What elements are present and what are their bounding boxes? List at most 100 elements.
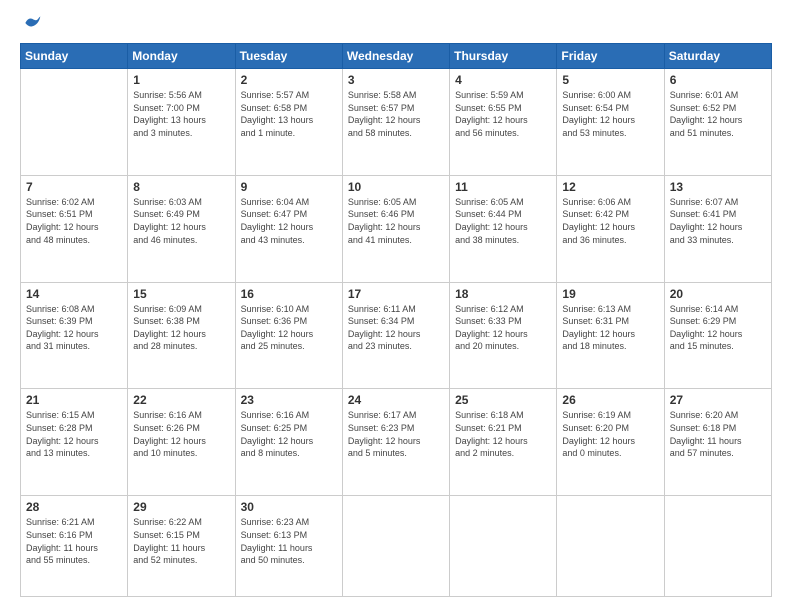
logo-icon	[22, 13, 42, 33]
day-info: Sunrise: 6:05 AM Sunset: 6:46 PM Dayligh…	[348, 196, 444, 246]
calendar-cell: 15 Sunrise: 6:09 AM Sunset: 6:38 PM Dayli…	[128, 282, 235, 389]
weekday-header: Thursday	[450, 44, 557, 69]
day-number: 1	[133, 73, 229, 87]
calendar-week-row: 7 Sunrise: 6:02 AM Sunset: 6:51 PM Daylig…	[21, 175, 772, 282]
calendar-cell: 17 Sunrise: 6:11 AM Sunset: 6:34 PM Dayli…	[342, 282, 449, 389]
day-number: 9	[241, 180, 337, 194]
day-number: 6	[670, 73, 766, 87]
day-info: Sunrise: 6:22 AM Sunset: 6:15 PM Dayligh…	[133, 516, 229, 566]
day-info: Sunrise: 6:17 AM Sunset: 6:23 PM Dayligh…	[348, 409, 444, 459]
calendar-cell	[557, 496, 664, 597]
calendar-cell: 8 Sunrise: 6:03 AM Sunset: 6:49 PM Daylig…	[128, 175, 235, 282]
day-info: Sunrise: 6:09 AM Sunset: 6:38 PM Dayligh…	[133, 303, 229, 353]
day-info: Sunrise: 6:19 AM Sunset: 6:20 PM Dayligh…	[562, 409, 658, 459]
day-number: 25	[455, 393, 551, 407]
calendar-cell	[664, 496, 771, 597]
day-number: 15	[133, 287, 229, 301]
calendar-cell: 20Sunrise: 6:14 AM Sunset: 6:29 PM Dayli…	[664, 282, 771, 389]
logo	[20, 15, 42, 33]
header	[20, 15, 772, 33]
calendar-cell: 13 Sunrise: 6:07 AM Sunset: 6:41 PM Dayli…	[664, 175, 771, 282]
day-info: Sunrise: 6:23 AM Sunset: 6:13 PM Dayligh…	[241, 516, 337, 566]
calendar-week-row: 28 Sunrise: 6:21 AM Sunset: 6:16 PM Dayli…	[21, 496, 772, 597]
calendar-cell: 7 Sunrise: 6:02 AM Sunset: 6:51 PM Daylig…	[21, 175, 128, 282]
calendar-cell: 14 Sunrise: 6:08 AM Sunset: 6:39 PM Dayli…	[21, 282, 128, 389]
day-number: 8	[133, 180, 229, 194]
day-number: 10	[348, 180, 444, 194]
calendar-cell	[450, 496, 557, 597]
day-number: 17	[348, 287, 444, 301]
day-info: Sunrise: 6:01 AM Sunset: 6:52 PM Dayligh…	[670, 89, 766, 139]
calendar-cell: 4Sunrise: 5:59 AM Sunset: 6:55 PM Daylig…	[450, 69, 557, 176]
calendar-week-row: 14 Sunrise: 6:08 AM Sunset: 6:39 PM Dayli…	[21, 282, 772, 389]
calendar-cell	[21, 69, 128, 176]
day-info: Sunrise: 6:07 AM Sunset: 6:41 PM Dayligh…	[670, 196, 766, 246]
day-info: Sunrise: 6:12 AM Sunset: 6:33 PM Dayligh…	[455, 303, 551, 353]
day-number: 28	[26, 500, 122, 514]
day-info: Sunrise: 6:03 AM Sunset: 6:49 PM Dayligh…	[133, 196, 229, 246]
day-info: Sunrise: 6:16 AM Sunset: 6:26 PM Dayligh…	[133, 409, 229, 459]
day-number: 3	[348, 73, 444, 87]
day-number: 21	[26, 393, 122, 407]
calendar-cell: 11Sunrise: 6:05 AM Sunset: 6:44 PM Dayli…	[450, 175, 557, 282]
day-info: Sunrise: 5:58 AM Sunset: 6:57 PM Dayligh…	[348, 89, 444, 139]
day-info: Sunrise: 5:57 AM Sunset: 6:58 PM Dayligh…	[241, 89, 337, 139]
calendar-cell: 24 Sunrise: 6:17 AM Sunset: 6:23 PM Dayli…	[342, 389, 449, 496]
day-number: 29	[133, 500, 229, 514]
calendar-cell: 3 Sunrise: 5:58 AM Sunset: 6:57 PM Daylig…	[342, 69, 449, 176]
calendar-cell: 6 Sunrise: 6:01 AM Sunset: 6:52 PM Daylig…	[664, 69, 771, 176]
calendar-cell: 27 Sunrise: 6:20 AM Sunset: 6:18 PM Dayli…	[664, 389, 771, 496]
day-info: Sunrise: 6:18 AM Sunset: 6:21 PM Dayligh…	[455, 409, 551, 459]
day-info: Sunrise: 6:02 AM Sunset: 6:51 PM Dayligh…	[26, 196, 122, 246]
weekday-header: Saturday	[664, 44, 771, 69]
weekday-header: Monday	[128, 44, 235, 69]
calendar-cell: 19Sunrise: 6:13 AM Sunset: 6:31 PM Dayli…	[557, 282, 664, 389]
day-info: Sunrise: 5:56 AM Sunset: 7:00 PM Dayligh…	[133, 89, 229, 139]
day-info: Sunrise: 6:16 AM Sunset: 6:25 PM Dayligh…	[241, 409, 337, 459]
day-info: Sunrise: 6:21 AM Sunset: 6:16 PM Dayligh…	[26, 516, 122, 566]
calendar-cell: 10 Sunrise: 6:05 AM Sunset: 6:46 PM Dayli…	[342, 175, 449, 282]
day-number: 18	[455, 287, 551, 301]
calendar-cell: 12 Sunrise: 6:06 AM Sunset: 6:42 PM Dayli…	[557, 175, 664, 282]
calendar-week-row: 21 Sunrise: 6:15 AM Sunset: 6:28 PM Dayli…	[21, 389, 772, 496]
day-number: 11	[455, 180, 551, 194]
day-number: 12	[562, 180, 658, 194]
day-info: Sunrise: 6:11 AM Sunset: 6:34 PM Dayligh…	[348, 303, 444, 353]
calendar-cell: 5Sunrise: 6:00 AM Sunset: 6:54 PM Daylig…	[557, 69, 664, 176]
day-info: Sunrise: 6:06 AM Sunset: 6:42 PM Dayligh…	[562, 196, 658, 246]
day-number: 2	[241, 73, 337, 87]
day-number: 27	[670, 393, 766, 407]
page: SundayMondayTuesdayWednesdayThursdayFrid…	[0, 0, 792, 612]
day-number: 24	[348, 393, 444, 407]
weekday-header: Friday	[557, 44, 664, 69]
calendar-cell: 2 Sunrise: 5:57 AM Sunset: 6:58 PM Daylig…	[235, 69, 342, 176]
day-info: Sunrise: 5:59 AM Sunset: 6:55 PM Dayligh…	[455, 89, 551, 139]
calendar-cell: 26Sunrise: 6:19 AM Sunset: 6:20 PM Dayli…	[557, 389, 664, 496]
day-info: Sunrise: 6:00 AM Sunset: 6:54 PM Dayligh…	[562, 89, 658, 139]
weekday-header: Sunday	[21, 44, 128, 69]
calendar-table: SundayMondayTuesdayWednesdayThursdayFrid…	[20, 43, 772, 597]
day-number: 20	[670, 287, 766, 301]
day-number: 19	[562, 287, 658, 301]
day-info: Sunrise: 6:08 AM Sunset: 6:39 PM Dayligh…	[26, 303, 122, 353]
calendar-cell: 16 Sunrise: 6:10 AM Sunset: 6:36 PM Dayli…	[235, 282, 342, 389]
day-info: Sunrise: 6:20 AM Sunset: 6:18 PM Dayligh…	[670, 409, 766, 459]
day-number: 14	[26, 287, 122, 301]
weekday-header: Tuesday	[235, 44, 342, 69]
calendar-cell: 25 Sunrise: 6:18 AM Sunset: 6:21 PM Dayli…	[450, 389, 557, 496]
calendar-cell: 21 Sunrise: 6:15 AM Sunset: 6:28 PM Dayli…	[21, 389, 128, 496]
day-number: 7	[26, 180, 122, 194]
day-number: 16	[241, 287, 337, 301]
calendar-header-row: SundayMondayTuesdayWednesdayThursdayFrid…	[21, 44, 772, 69]
calendar-cell: 22Sunrise: 6:16 AM Sunset: 6:26 PM Dayli…	[128, 389, 235, 496]
day-number: 13	[670, 180, 766, 194]
calendar-cell	[342, 496, 449, 597]
calendar-week-row: 1 Sunrise: 5:56 AM Sunset: 7:00 PM Daylig…	[21, 69, 772, 176]
calendar-cell: 23Sunrise: 6:16 AM Sunset: 6:25 PM Dayli…	[235, 389, 342, 496]
calendar-cell: 1 Sunrise: 5:56 AM Sunset: 7:00 PM Daylig…	[128, 69, 235, 176]
calendar-cell: 30Sunrise: 6:23 AM Sunset: 6:13 PM Dayli…	[235, 496, 342, 597]
day-info: Sunrise: 6:04 AM Sunset: 6:47 PM Dayligh…	[241, 196, 337, 246]
day-info: Sunrise: 6:15 AM Sunset: 6:28 PM Dayligh…	[26, 409, 122, 459]
day-info: Sunrise: 6:10 AM Sunset: 6:36 PM Dayligh…	[241, 303, 337, 353]
weekday-header: Wednesday	[342, 44, 449, 69]
